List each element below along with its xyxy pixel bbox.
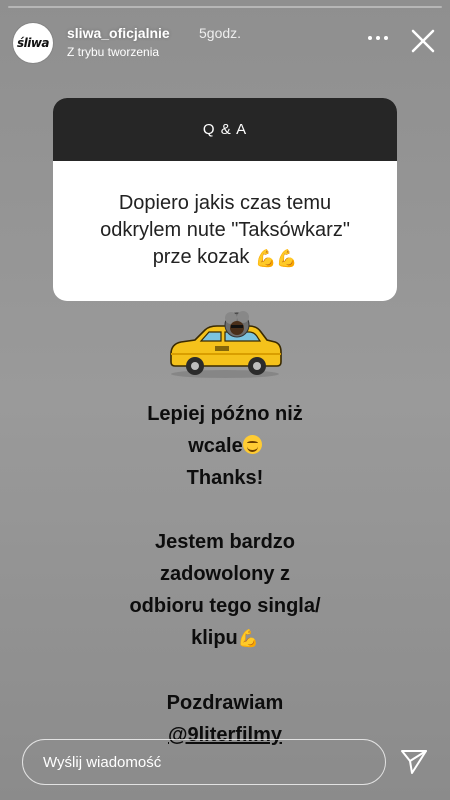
question-line-3: prze kozak: [152, 246, 250, 269]
story-viewer[interactable]: śliwa sliwa_oficjalnie 5godz. Z trybu tw…: [0, 0, 450, 800]
avatar-logo-text: śliwa: [16, 36, 50, 50]
question-sticker-title: Q & A: [53, 98, 397, 161]
question-sticker: Q & A Dopiero jakis czas temu odkrylem n…: [53, 98, 397, 301]
more-options-icon[interactable]: [360, 28, 396, 48]
question-text: Dopiero jakis czas temu odkrylem nute "T…: [53, 161, 397, 301]
message-input[interactable]: [41, 752, 365, 772]
reply-line-5: zadowolony z: [160, 563, 290, 585]
message-reply-bar[interactable]: [22, 739, 386, 785]
flexed-biceps-emoji-3: 💪: [237, 628, 259, 648]
flexed-biceps-emoji: 💪: [254, 248, 277, 268]
question-line-2: odkrylem nute "Taksówkarz": [100, 219, 350, 242]
taxi-sticker: [170, 311, 282, 378]
reply-line-7: klipu: [191, 627, 238, 649]
reply-line-1: Lepiej późno niż: [147, 403, 303, 425]
profile-avatar[interactable]: śliwa: [13, 23, 53, 63]
send-icon[interactable]: [399, 747, 429, 777]
story-subtitle: Z trybu tworzenia: [67, 45, 160, 59]
reply-line-2: wcale: [188, 435, 243, 457]
reply-line-4: Jestem bardzo: [154, 531, 296, 553]
reply-line-3: Thanks!: [186, 467, 264, 489]
story-progress-bar: [8, 6, 442, 8]
reply-line-8: Pozdrawiam: [166, 691, 284, 714]
flexed-biceps-emoji-2: 💪: [276, 248, 298, 268]
post-time: 5godz.: [199, 25, 242, 41]
reply-line-6: odbioru tego singla/: [129, 595, 321, 617]
close-icon[interactable]: [408, 26, 438, 56]
reply-text: Lepiej późno niż wcale Thanks! Jestem ba…: [40, 398, 410, 751]
question-line-1: Dopiero jakis czas temu: [118, 192, 332, 215]
smiling-face-emoji: [242, 435, 262, 454]
username[interactable]: sliwa_oficjalnie: [67, 25, 170, 41]
